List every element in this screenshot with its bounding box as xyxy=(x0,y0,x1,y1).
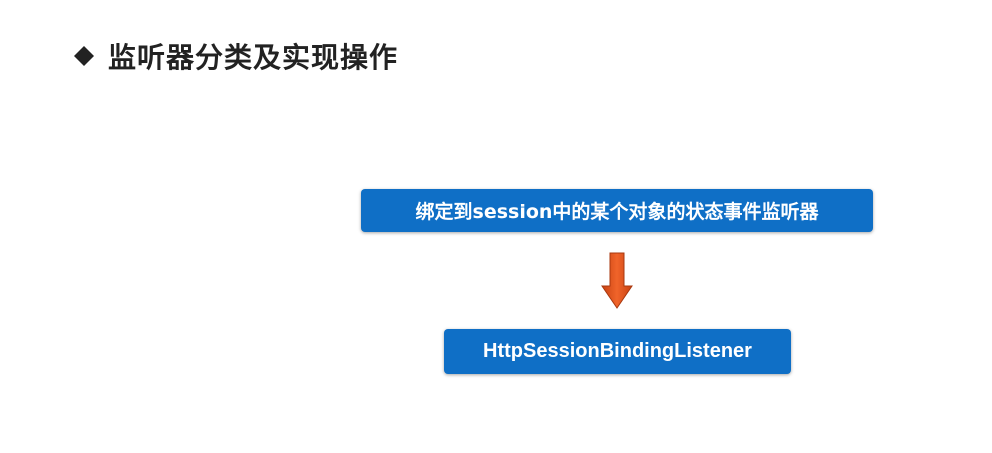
http-session-binding-listener-box: HttpSessionBindingListener xyxy=(444,329,791,374)
slide-title: 监听器分类及实现操作 xyxy=(70,36,398,76)
slide: 监听器分类及实现操作 绑定到session中的某个对象的状态事件监听器 Http… xyxy=(0,0,992,453)
session-object-listener-box: 绑定到session中的某个对象的状态事件监听器 xyxy=(361,189,873,232)
diamond-bullet-icon xyxy=(70,42,98,70)
down-arrow-icon xyxy=(601,252,633,309)
slide-title-text: 监听器分类及实现操作 xyxy=(108,41,399,74)
